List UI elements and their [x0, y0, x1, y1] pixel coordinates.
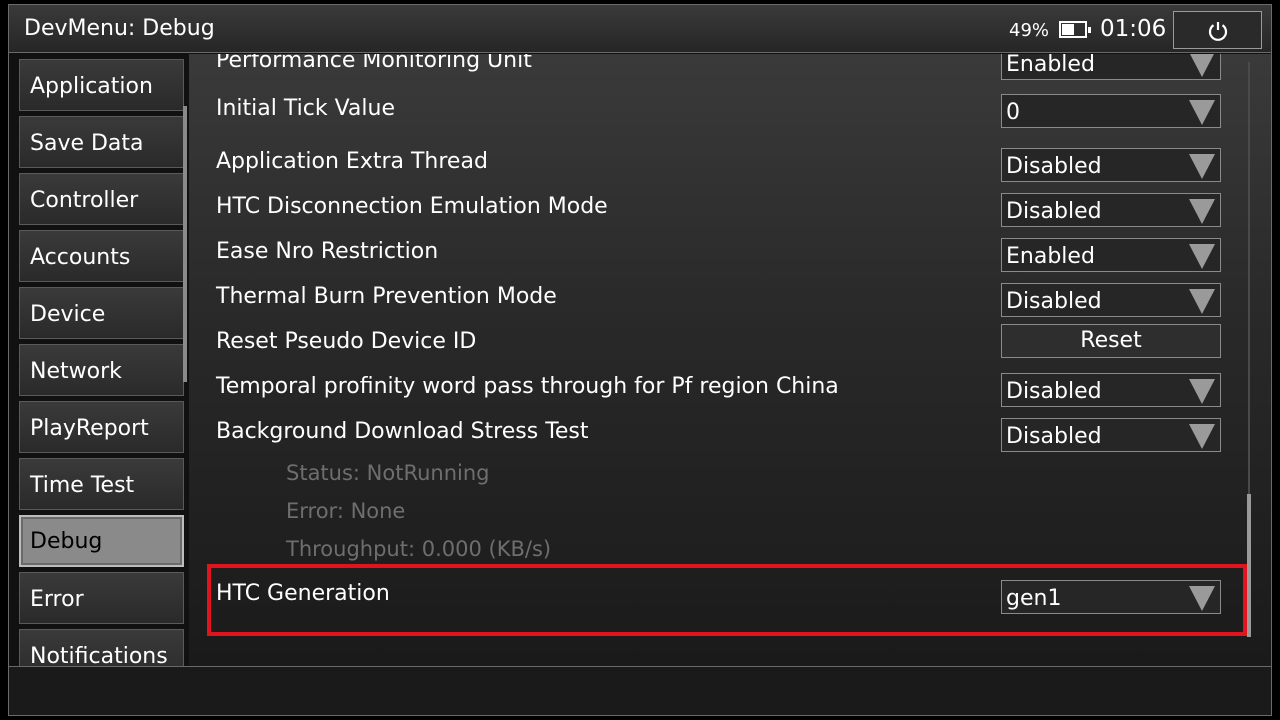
dropdown-value: Disabled [1006, 379, 1102, 404]
chevron-down-icon [1189, 379, 1215, 404]
sidebar-scrollbar[interactable] [183, 106, 187, 382]
dropdown-value: Enabled [1006, 244, 1095, 269]
setting-label-application-extra-thread: Application Extra Thread [216, 149, 488, 174]
dropdown-value: Disabled [1006, 424, 1102, 449]
setting-label-htc-disconnection-emulation-mode: HTC Disconnection Emulation Mode [216, 194, 608, 219]
sidebar-item-network[interactable]: Network [19, 344, 184, 396]
chevron-down-icon [1189, 154, 1215, 179]
sidebar-item-notifications[interactable]: Notifications [19, 629, 184, 666]
dropdown-background-download-stress-test[interactable]: Disabled [1001, 418, 1221, 452]
devmenu-window: DevMenu: Debug 49% 01:06 Application Sav… [8, 4, 1272, 716]
sidebar: Application Save Data Controller Account… [9, 54, 189, 666]
power-button[interactable] [1173, 11, 1262, 49]
clock: 01:06 [1100, 16, 1167, 42]
setting-label-background-download-stress-test: Background Download Stress Test [216, 419, 589, 444]
dropdown-performance-monitoring-unit[interactable]: Enabled [1001, 54, 1221, 80]
sidebar-item-application[interactable]: Application [19, 59, 184, 111]
chevron-down-icon [1189, 100, 1215, 125]
sidebar-item-device[interactable]: Device [19, 287, 184, 339]
sidebar-item-time-test[interactable]: Time Test [19, 458, 184, 510]
content-scrollbar-thumb[interactable] [1247, 494, 1251, 637]
sidebar-item-accounts[interactable]: Accounts [19, 230, 184, 282]
sidebar-item-debug[interactable]: Debug [19, 515, 184, 567]
dropdown-value: 0 [1006, 100, 1020, 125]
dropdown-value: Disabled [1006, 154, 1102, 179]
dropdown-thermal-burn-prevention-mode[interactable]: Disabled [1001, 283, 1221, 317]
window-title: DevMenu: Debug [24, 16, 215, 41]
sidebar-item-save-data[interactable]: Save Data [19, 116, 184, 168]
sidebar-item-playreport[interactable]: PlayReport [19, 401, 184, 453]
power-icon [1208, 22, 1228, 41]
dropdown-ease-nro-restriction[interactable]: Enabled [1001, 238, 1221, 272]
chevron-down-icon [1189, 586, 1215, 611]
chevron-down-icon [1189, 199, 1215, 224]
stress-test-error: Error: None [286, 499, 406, 523]
title-bar: DevMenu: Debug 49% 01:06 [9, 5, 1271, 53]
dropdown-value: Disabled [1006, 199, 1102, 224]
chevron-down-icon [1189, 244, 1215, 269]
dropdown-temporal-profinity-word-pass-through[interactable]: Disabled [1001, 373, 1221, 407]
chevron-down-icon [1189, 424, 1215, 449]
setting-label-htc-generation: HTC Generation [216, 581, 390, 606]
dropdown-value: Enabled [1006, 54, 1095, 77]
reset-pseudo-device-id-button[interactable]: Reset [1001, 324, 1221, 358]
setting-label-ease-nro-restriction: Ease Nro Restriction [216, 239, 439, 264]
battery-percent: 49% [1009, 20, 1050, 41]
dropdown-value: gen1 [1006, 586, 1062, 611]
setting-label-temporal-profinity-word-pass-through: Temporal profinity word pass through for… [216, 374, 839, 399]
setting-label-initial-tick-value: Initial Tick Value [216, 96, 395, 121]
setting-label-thermal-burn-prevention-mode: Thermal Burn Prevention Mode [216, 284, 557, 309]
dropdown-htc-generation[interactable]: gen1 [1001, 580, 1221, 614]
sidebar-item-controller[interactable]: Controller [19, 173, 184, 225]
sidebar-item-error[interactable]: Error [19, 572, 184, 624]
chevron-down-icon [1189, 289, 1215, 314]
dropdown-htc-disconnection-emulation-mode[interactable]: Disabled [1001, 193, 1221, 227]
dropdown-application-extra-thread[interactable]: Disabled [1001, 148, 1221, 182]
stress-test-status: Status: NotRunning [286, 461, 490, 485]
footer-bar [9, 666, 1271, 715]
battery-level-fill [1062, 24, 1074, 35]
dropdown-initial-tick-value[interactable]: 0 [1001, 94, 1221, 128]
stress-test-throughput: Throughput: 0.000 (KB/s) [286, 537, 552, 561]
chevron-down-icon [1190, 54, 1214, 77]
settings-panel: Performance Monitoring Unit Enabled Init… [189, 54, 1271, 666]
battery-icon [1059, 21, 1091, 38]
setting-label-performance-monitoring-unit: Performance Monitoring Unit [216, 54, 532, 73]
setting-label-reset-pseudo-device-id: Reset Pseudo Device ID [216, 329, 477, 354]
dropdown-value: Disabled [1006, 289, 1102, 314]
